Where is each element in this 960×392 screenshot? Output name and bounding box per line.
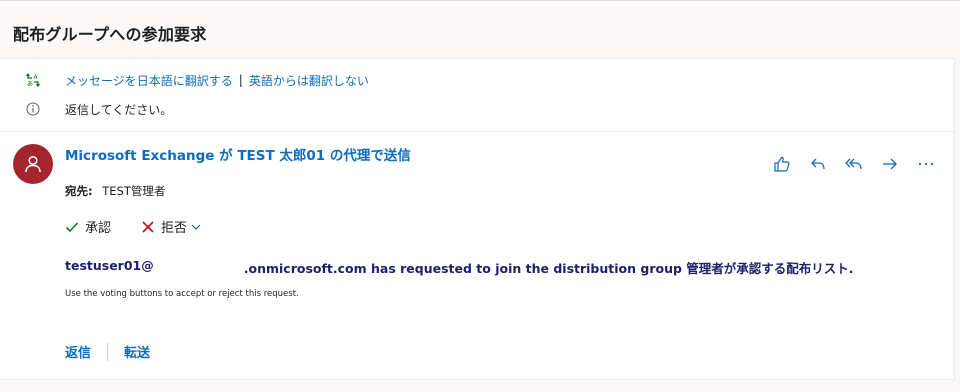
translate-icon: A あ: [24, 71, 42, 89]
reply-all-icon: [845, 158, 862, 170]
message-actions: [768, 153, 940, 175]
translate-message-link[interactable]: メッセージを日本語に翻訳する: [65, 72, 233, 89]
forward-button[interactable]: [876, 153, 904, 175]
recipients-row: 宛先: TEST管理者: [65, 183, 165, 199]
to-label: 宛先:: [65, 184, 93, 198]
footer-forward-button[interactable]: 転送: [124, 342, 150, 361]
message-subject: 配布グループへの参加要求: [13, 25, 207, 44]
body-email-suffix: .onmicrosoft.com has requested to join t…: [243, 261, 854, 276]
footer-reply-button[interactable]: 返信: [65, 342, 91, 361]
more-icon: [918, 162, 934, 166]
redacted-region: [154, 258, 244, 277]
body-email-prefix: testuser01@: [65, 258, 154, 273]
person-icon: [25, 155, 41, 173]
message-footer: 返信 転送: [65, 342, 150, 361]
svg-text:あ: あ: [27, 81, 33, 88]
thumbs-up-icon: [774, 156, 790, 172]
divider: [0, 131, 954, 132]
dismiss-icon: [142, 220, 154, 233]
voting-buttons: 承認 拒否: [65, 217, 202, 236]
sender-name[interactable]: Microsoft Exchange が TEST 太郎01 の代理で送信: [65, 144, 411, 164]
reject-label: 拒否: [161, 221, 188, 236]
never-translate-link[interactable]: 英語からは翻訳しない: [249, 72, 369, 89]
footer-separator: [107, 342, 109, 361]
info-icon: [24, 100, 42, 118]
message-card: A あ メッセージを日本語に翻訳する | 英語からは翻訳しない 返信してください…: [0, 58, 955, 380]
like-button[interactable]: [768, 153, 796, 175]
reply-button[interactable]: [804, 153, 832, 175]
to-recipient[interactable]: TEST管理者: [102, 184, 165, 198]
sender-avatar[interactable]: [13, 144, 53, 184]
translation-separator: |: [238, 73, 243, 87]
approve-label: 承認: [85, 221, 112, 236]
more-actions-button[interactable]: [912, 153, 940, 175]
reject-button[interactable]: 拒否: [141, 217, 202, 236]
checkmark-icon: [65, 221, 79, 232]
svg-text:A: A: [34, 74, 39, 81]
reading-pane: 配布グループへの参加要求 A あ メッセージを日本語に翻訳する | 英語からは翻…: [0, 0, 960, 392]
message-body-instruction: Use the voting buttons to accept or reje…: [65, 289, 299, 299]
forward-icon: [883, 158, 897, 170]
approve-button[interactable]: 承認: [65, 217, 111, 236]
reply-icon: [811, 158, 825, 170]
chevron-down-icon[interactable]: [190, 221, 202, 233]
translation-text: メッセージを日本語に翻訳する | 英語からは翻訳しない: [65, 72, 369, 89]
reply-all-button[interactable]: [840, 153, 868, 175]
subject-bar: 配布グループへの参加要求: [0, 0, 960, 59]
notice-text: 返信してください。: [65, 102, 173, 117]
message-body-main: testuser01@ .onmicrosoft.com has request…: [65, 258, 854, 277]
